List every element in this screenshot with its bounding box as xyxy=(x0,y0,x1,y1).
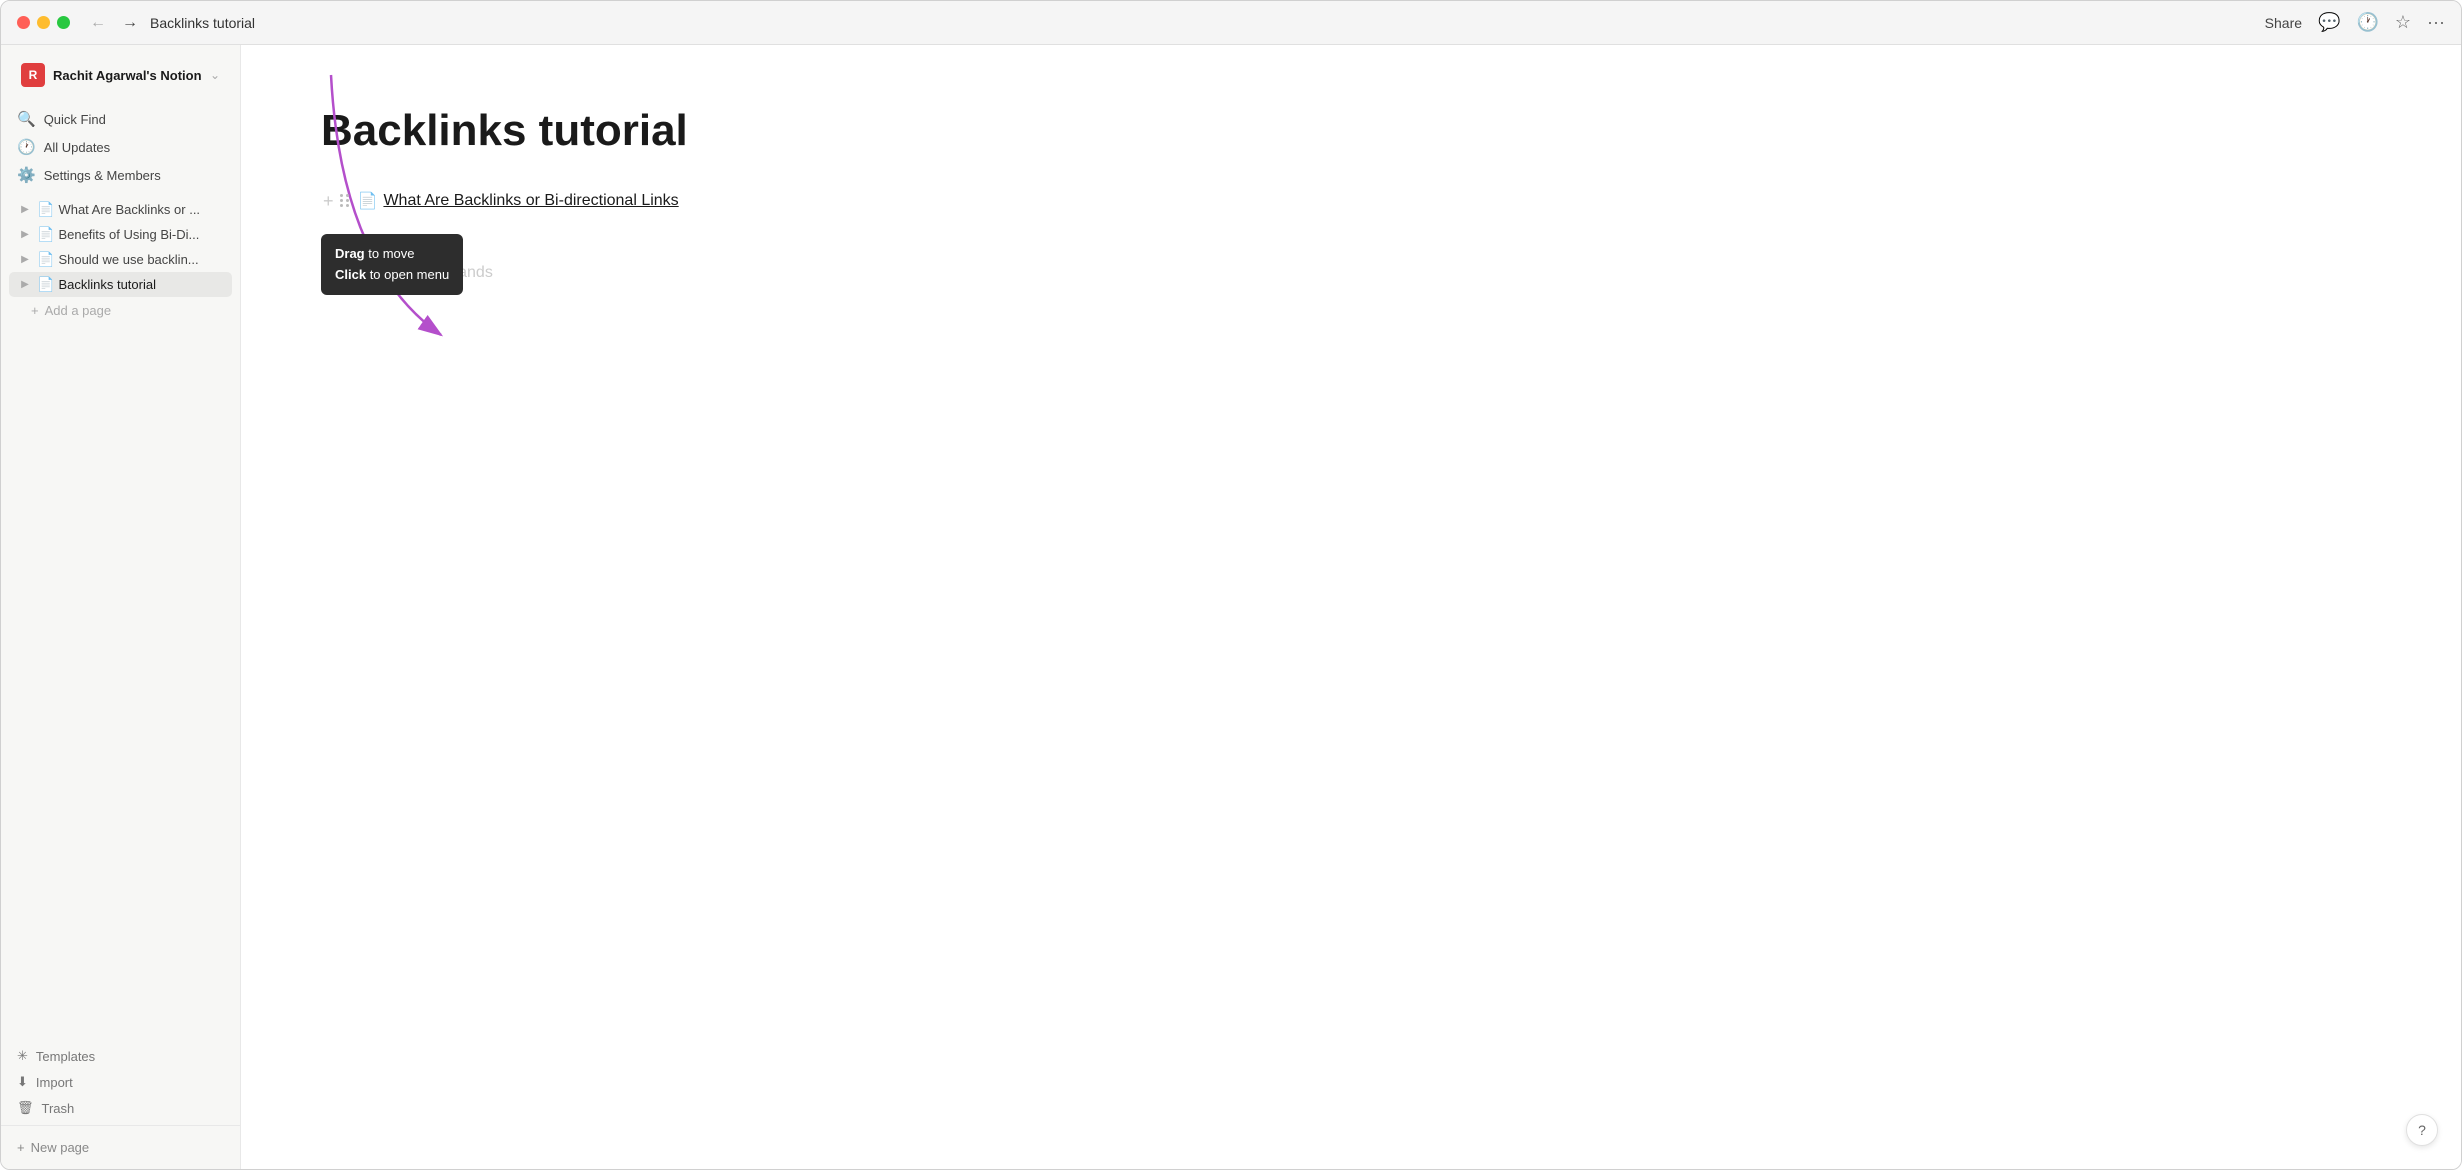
main-content: Backlinks tutorial + xyxy=(241,45,2461,1169)
sidebar-page-backlinks-tutorial[interactable]: ▶ 📄 Backlinks tutorial xyxy=(9,272,232,297)
sidebar: R Rachit Agarwal's Notion ⌄ 🔍 Quick Find… xyxy=(1,45,241,1169)
expand-arrow: ▶ xyxy=(17,279,33,290)
page-icon: 📄 xyxy=(37,251,54,268)
drag-handle[interactable] xyxy=(338,192,352,209)
sidebar-item-label: All Updates xyxy=(44,140,110,155)
titlebar-page-name: Backlinks tutorial xyxy=(150,15,255,31)
page-icon: 📄 xyxy=(37,226,54,243)
sidebar-page-should-we[interactable]: ▶ 📄 Should we use backlin... xyxy=(9,247,232,272)
expand-arrow: ▶ xyxy=(17,229,33,240)
add-page-button[interactable]: + Add a page xyxy=(17,299,224,322)
share-button[interactable]: Share xyxy=(2265,15,2302,31)
titlebar: ← → Backlinks tutorial Share 💬 🕐 ☆ ··· xyxy=(1,1,2461,45)
plus-icon: + xyxy=(31,303,39,318)
block-content: 📄 What Are Backlinks or Bi-directional L… xyxy=(358,191,679,211)
import-icon: ⬇ xyxy=(17,1074,28,1090)
sidebar-header: R Rachit Agarwal's Notion ⌄ xyxy=(1,45,240,101)
settings-icon: ⚙️ xyxy=(17,166,36,184)
sidebar-footer: ✳ Templates ⬇ Import 🗑 Trash xyxy=(1,1039,240,1125)
sidebar-pages: ▶ 📄 What Are Backlinks or ... ▶ 📄 Benefi… xyxy=(1,193,240,1039)
drag-dot xyxy=(346,204,349,207)
sidebar-item-templates[interactable]: ✳ Templates xyxy=(9,1043,232,1069)
minimize-button[interactable] xyxy=(37,16,50,29)
drag-dot xyxy=(346,194,349,197)
titlebar-actions: Share 💬 🕐 ☆ ··· xyxy=(2265,12,2445,33)
new-page-label: New page xyxy=(31,1140,90,1155)
back-arrow[interactable]: ← xyxy=(86,12,110,34)
add-block-button[interactable]: + xyxy=(321,190,336,212)
drag-dot xyxy=(340,194,343,197)
templates-label: Templates xyxy=(36,1049,95,1064)
favorite-icon[interactable]: ☆ xyxy=(2395,12,2411,33)
sidebar-item-all-updates[interactable]: 🕐 All Updates xyxy=(9,133,232,161)
sidebar-item-quick-find[interactable]: 🔍 Quick Find xyxy=(9,105,232,133)
block-controls: + xyxy=(321,190,352,212)
trash-label: Trash xyxy=(42,1101,75,1116)
sidebar-page-benefits[interactable]: ▶ 📄 Benefits of Using Bi-Di... xyxy=(9,222,232,247)
app-body: R Rachit Agarwal's Notion ⌄ 🔍 Quick Find… xyxy=(1,45,2461,1169)
drag-tooltip: Drag to move Click to open menu xyxy=(321,234,463,296)
page-label: Benefits of Using Bi-Di... xyxy=(58,227,224,242)
import-label: Import xyxy=(36,1075,73,1090)
sidebar-bottom: + New page xyxy=(1,1125,240,1169)
new-page-button[interactable]: + New page xyxy=(17,1134,224,1161)
sidebar-item-import[interactable]: ⬇ Import xyxy=(9,1069,232,1095)
drag-dot xyxy=(346,199,349,202)
help-label: ? xyxy=(2418,1122,2426,1138)
chevron-down-icon: ⌄ xyxy=(210,68,220,82)
plus-icon: + xyxy=(17,1140,25,1155)
expand-arrow: ▶ xyxy=(17,204,33,215)
comments-icon[interactable]: 💬 xyxy=(2318,12,2340,33)
page-label: Backlinks tutorial xyxy=(58,277,224,292)
page-link-icon: 📄 xyxy=(358,191,378,211)
click-bold: Click xyxy=(335,267,366,282)
content-area: + 📄 What Are Backlinks or Bi-directio xyxy=(321,190,2381,282)
sidebar-nav: 🔍 Quick Find 🕐 All Updates ⚙️ Settings &… xyxy=(1,101,240,193)
workspace-avatar: R xyxy=(21,63,45,87)
close-button[interactable] xyxy=(17,16,30,29)
search-icon: 🔍 xyxy=(17,110,36,128)
help-button[interactable]: ? xyxy=(2406,1114,2438,1146)
expand-arrow: ▶ xyxy=(17,254,33,265)
sidebar-item-label: Settings & Members xyxy=(44,168,161,183)
drag-bold: Drag xyxy=(335,246,365,261)
workspace-row[interactable]: R Rachit Agarwal's Notion ⌄ xyxy=(13,57,228,93)
more-icon[interactable]: ··· xyxy=(2427,12,2445,33)
click-rest: to open menu xyxy=(366,267,449,282)
sidebar-item-trash[interactable]: 🗑 Trash xyxy=(9,1095,232,1121)
drag-dot xyxy=(340,204,343,207)
page-icon: 📄 xyxy=(37,276,54,293)
drag-dot xyxy=(340,199,343,202)
page-icon: 📄 xyxy=(37,201,54,218)
content-block: + 📄 What Are Backlinks or Bi-directio xyxy=(321,190,2381,212)
sidebar-page-what-are-backlinks[interactable]: ▶ 📄 What Are Backlinks or ... xyxy=(9,197,232,222)
templates-icon: ✳ xyxy=(17,1048,28,1064)
sidebar-item-settings[interactable]: ⚙️ Settings & Members xyxy=(9,161,232,189)
forward-arrow[interactable]: → xyxy=(118,12,142,34)
history-icon[interactable]: 🕐 xyxy=(2356,12,2378,33)
traffic-lights xyxy=(17,16,70,29)
page-link[interactable]: What Are Backlinks or Bi-directional Lin… xyxy=(383,192,678,210)
slash-hint-block: / for commands xyxy=(321,264,2381,282)
page-label: What Are Backlinks or ... xyxy=(58,202,224,217)
page-label: Should we use backlin... xyxy=(58,252,224,267)
updates-icon: 🕐 xyxy=(17,138,36,156)
sidebar-item-label: Quick Find xyxy=(44,112,106,127)
page-title: Backlinks tutorial xyxy=(321,105,2381,158)
titlebar-nav: ← → Backlinks tutorial xyxy=(86,12,2265,34)
workspace-name: Rachit Agarwal's Notion xyxy=(53,68,202,83)
drag-rest: to move xyxy=(365,246,415,261)
maximize-button[interactable] xyxy=(57,16,70,29)
trash-icon: 🗑 xyxy=(17,1100,34,1116)
add-page-label: Add a page xyxy=(45,303,112,318)
